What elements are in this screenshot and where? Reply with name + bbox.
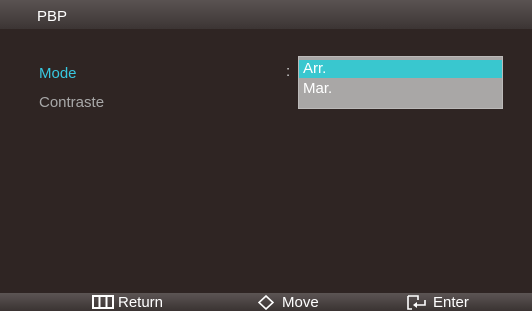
- osd-header-bar: PBP: [0, 0, 532, 29]
- enter-hint[interactable]: Enter: [407, 293, 517, 311]
- return-hint[interactable]: Return: [92, 293, 212, 311]
- enter-label: Enter: [433, 294, 469, 311]
- osd-footer-bar: Return Move Enter: [0, 293, 532, 311]
- menu-item-mode[interactable]: Mode: [39, 65, 77, 82]
- menu-item-contraste[interactable]: Contraste: [39, 94, 104, 111]
- option-mar-label: Mar.: [303, 80, 333, 97]
- value-separator: :: [286, 63, 291, 80]
- option-arr[interactable]: Arr.: [299, 60, 502, 78]
- move-label: Move: [282, 294, 319, 311]
- move-hint[interactable]: Move: [258, 293, 368, 311]
- enter-icon: [407, 295, 426, 310]
- mode-options-dropdown[interactable]: Arr. Mar.: [298, 56, 503, 109]
- option-arr-label: Arr.: [303, 60, 327, 77]
- move-icon: [258, 295, 274, 310]
- osd-window: PBP Mode Contraste : Arr. Mar. Return Mo…: [0, 0, 532, 311]
- return-icon: [92, 295, 114, 309]
- option-mar[interactable]: Mar.: [299, 80, 502, 97]
- menu-title: PBP: [37, 8, 68, 25]
- osd-body: Mode Contraste : Arr. Mar.: [0, 29, 532, 293]
- return-label: Return: [118, 294, 164, 311]
